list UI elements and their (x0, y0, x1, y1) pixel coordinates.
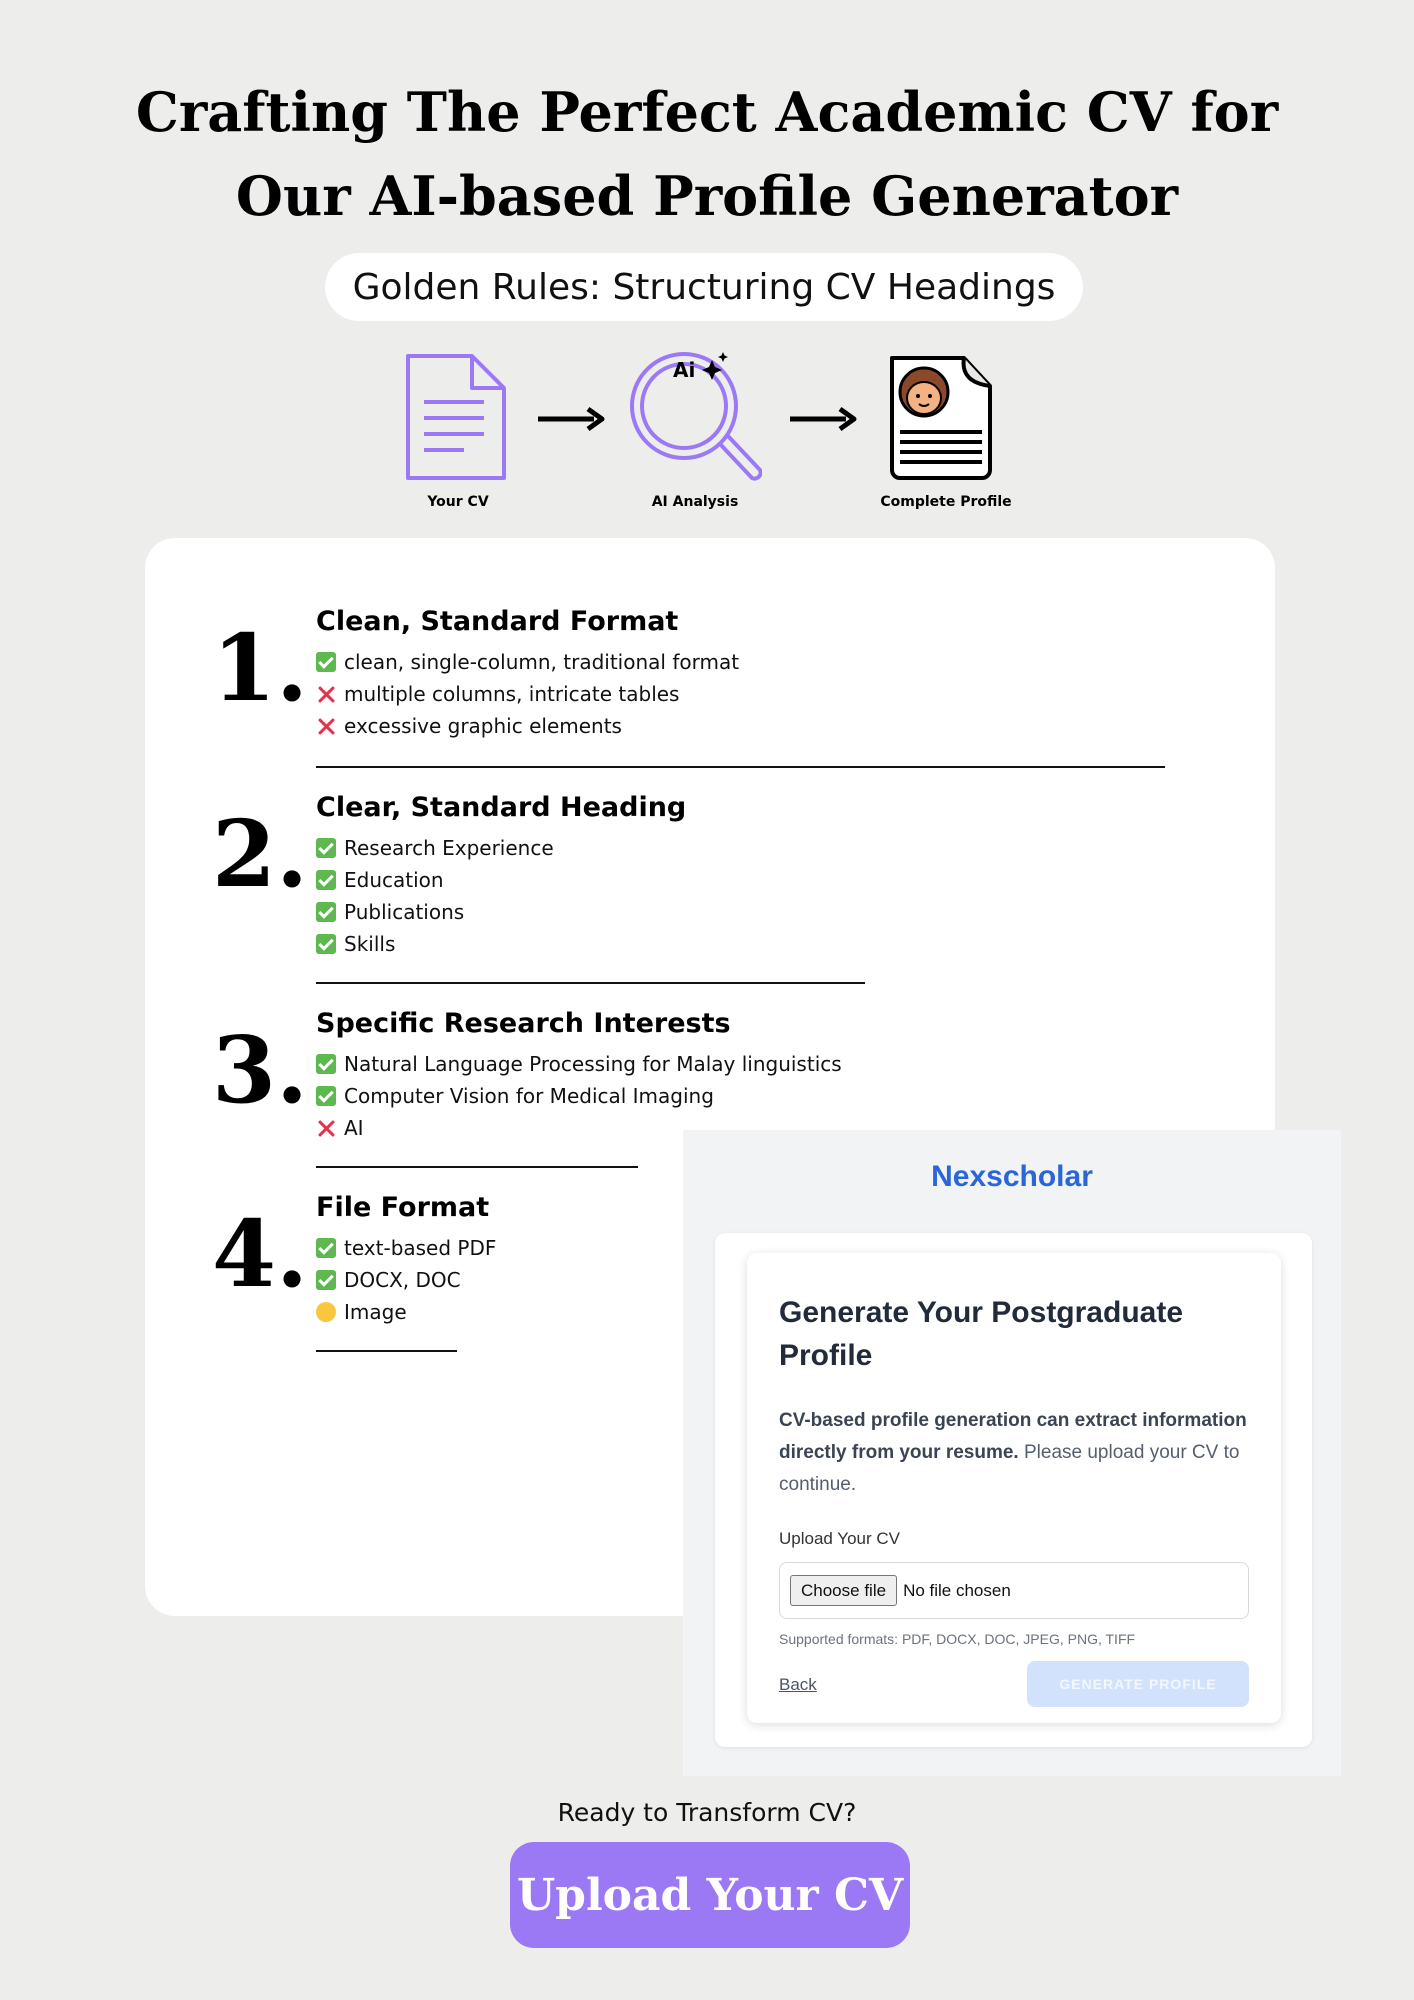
title-line-2: Our AI-based Profile Generator (235, 164, 1179, 228)
list-item: text-based PDF (316, 1232, 496, 1264)
divider (316, 982, 865, 984)
list-item: Computer Vision for Medical Imaging (316, 1080, 842, 1112)
list-item: multiple columns, intricate tables (316, 678, 739, 710)
brand-logo[interactable]: Nexscholar (683, 1160, 1341, 1194)
check-icon (316, 902, 336, 922)
flow-label-ai-analysis: AI Analysis (651, 494, 739, 510)
list-item: excessive graphic elements (316, 710, 739, 742)
divider (316, 1350, 457, 1352)
app-screenshot: Nexscholar Generate Your Postgraduate Pr… (683, 1130, 1341, 1776)
arrow-right-icon (788, 405, 858, 438)
form-description: CV-based profile generation can extract … (779, 1405, 1249, 1501)
title-line-1: Crafting The Perfect Academic CV for (135, 80, 1279, 144)
form-title: Generate Your Postgraduate Profile (779, 1296, 1184, 1372)
rule-heading: File Format (316, 1192, 490, 1223)
rule-heading: Clean, Standard Format (316, 606, 679, 637)
page-title: Crafting The Perfect Academic CV for Our… (0, 70, 1414, 238)
check-icon (316, 838, 336, 858)
list-item: Natural Language Processing for Malay li… (316, 1048, 842, 1080)
divider (316, 1166, 638, 1168)
cross-icon (316, 1118, 336, 1138)
rule-number: 4. (212, 1200, 309, 1308)
choose-file-button[interactable]: Choose file (790, 1575, 898, 1606)
rule-heading: Specific Research Interests (316, 1008, 731, 1039)
file-input[interactable]: Choose file No file chosen (779, 1562, 1249, 1619)
check-icon (316, 1238, 336, 1258)
form-card: Generate Your Postgraduate Profile CV-ba… (747, 1253, 1281, 1723)
check-icon (316, 652, 336, 672)
profile-document-icon (886, 352, 996, 489)
check-icon (316, 1054, 336, 1074)
cross-icon (316, 684, 336, 704)
rule-number: 2. (212, 800, 309, 908)
flow-label-complete-profile: Complete Profile (880, 494, 1012, 510)
flow-label-your-cv: Your CV (427, 494, 489, 510)
list-item: DOCX, DOC (316, 1264, 496, 1296)
rule-heading: Clear, Standard Heading (316, 792, 687, 823)
rule-list: Research Experience Education Publicatio… (316, 832, 554, 960)
cross-icon (316, 716, 336, 736)
rule-list: clean, single-column, traditional format… (316, 646, 739, 742)
rule-list: text-based PDF DOCX, DOC Image (316, 1232, 496, 1328)
upload-label: Upload Your CV (779, 1529, 900, 1548)
subtitle-pill: Golden Rules: Structuring CV Headings (325, 253, 1083, 321)
list-item: Skills (316, 928, 554, 960)
list-item: Image (316, 1296, 496, 1328)
list-item: Publications (316, 896, 554, 928)
upload-cv-button[interactable]: Upload Your CV (510, 1842, 910, 1948)
back-link[interactable]: Back (779, 1675, 817, 1695)
rule-number: 1. (212, 614, 309, 722)
form-container: Generate Your Postgraduate Profile CV-ba… (715, 1233, 1312, 1747)
supported-formats: Supported formats: PDF, DOCX, DOC, JPEG,… (779, 1631, 1136, 1647)
ai-text: Ai (673, 358, 695, 382)
check-icon (316, 1086, 336, 1106)
check-icon (316, 870, 336, 890)
cta-label: Ready to Transform CV? (557, 1798, 857, 1827)
yellow-dot-icon (316, 1302, 336, 1322)
list-item: clean, single-column, traditional format (316, 646, 739, 678)
divider (316, 766, 1165, 768)
document-icon (404, 352, 508, 489)
subtitle-text: Golden Rules: Structuring CV Headings (352, 266, 1056, 308)
arrow-right-icon (536, 405, 606, 438)
list-item: Education (316, 864, 554, 896)
rule-number: 3. (212, 1016, 309, 1124)
check-icon (316, 934, 336, 954)
ai-magnifier-icon: Ai (628, 350, 763, 491)
generate-profile-button[interactable]: GENERATE PROFILE (1027, 1661, 1249, 1707)
check-icon (316, 1270, 336, 1290)
file-status: No file chosen (903, 1580, 1011, 1600)
list-item: Research Experience (316, 832, 554, 864)
